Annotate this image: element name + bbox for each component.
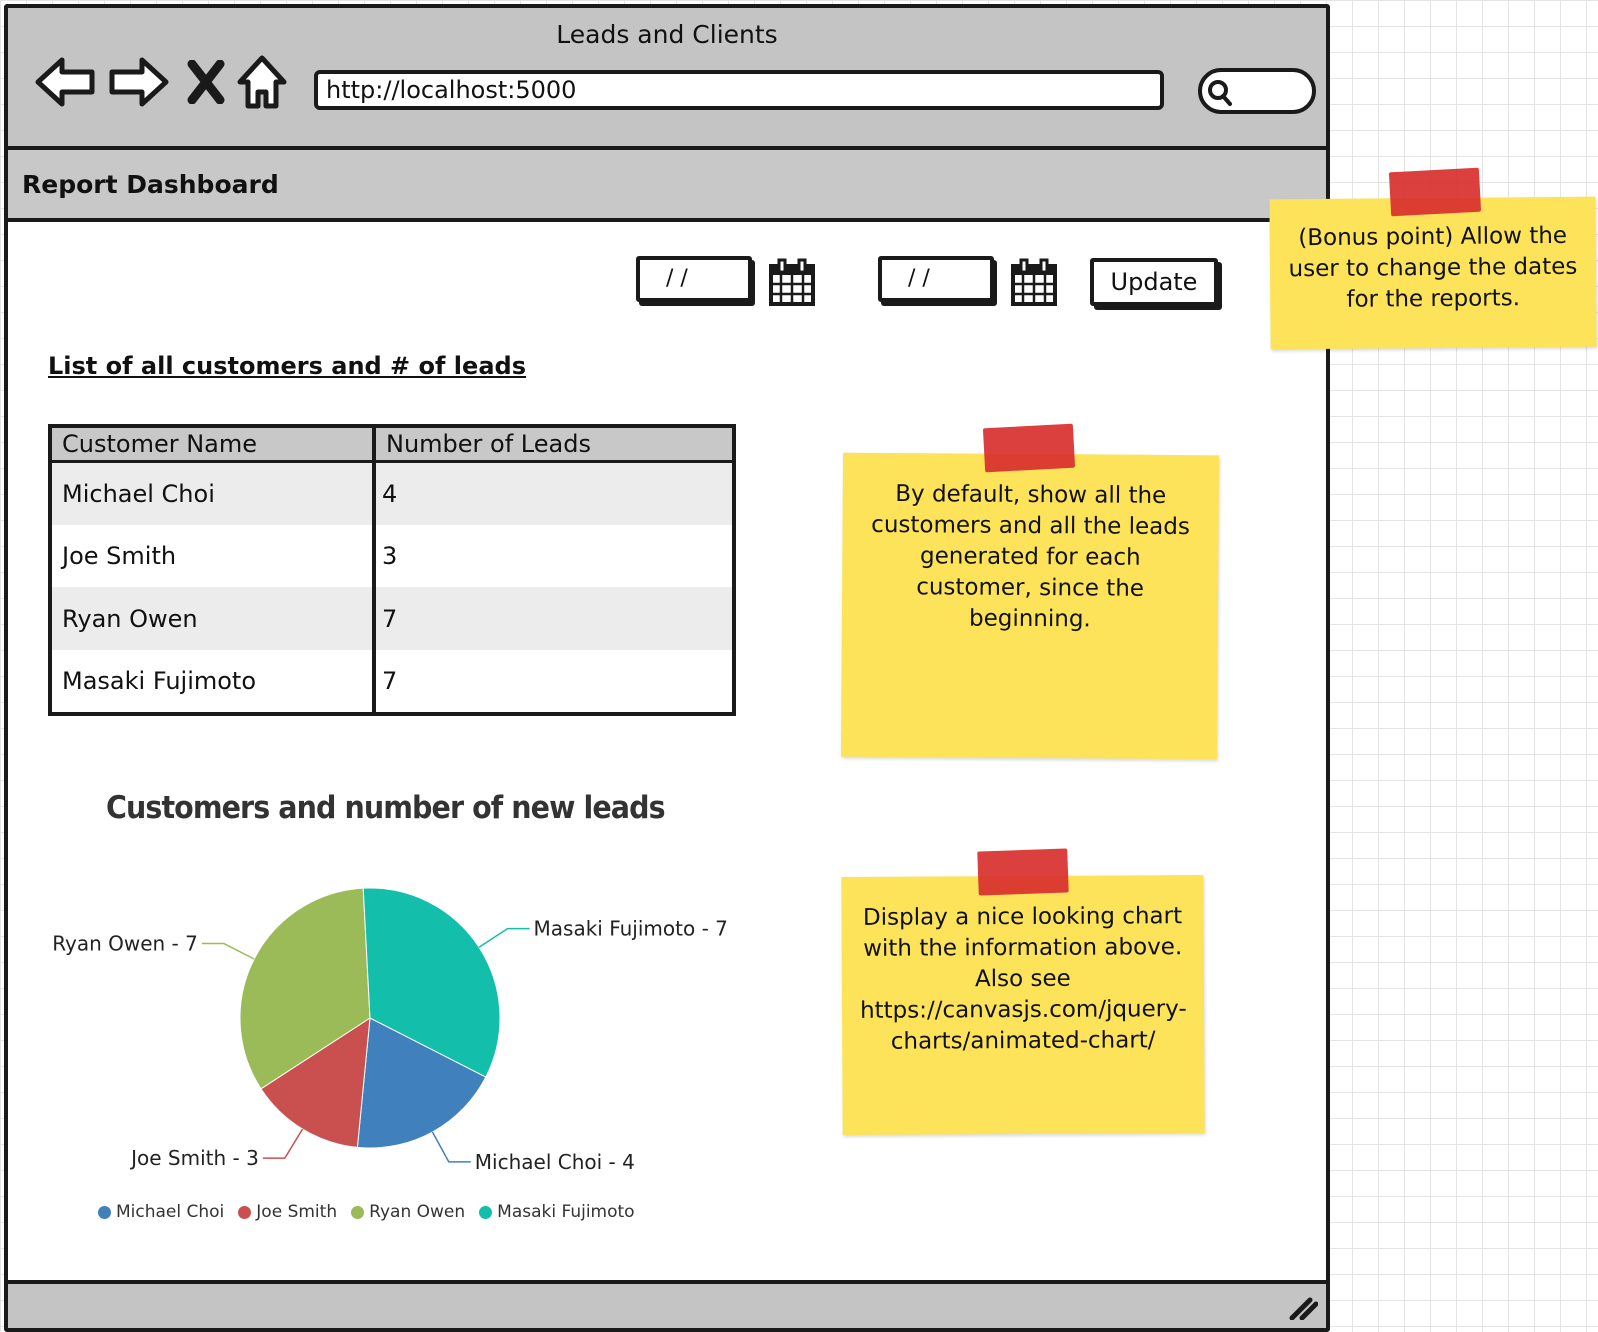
page-title: Report Dashboard [22, 170, 279, 199]
legend-swatch [238, 1205, 252, 1219]
legend-label: Michael Choi [116, 1202, 225, 1222]
legend-swatch [98, 1205, 111, 1219]
sticky-tape [977, 848, 1069, 896]
status-bar [8, 1280, 1326, 1328]
close-icon[interactable] [186, 60, 226, 104]
start-date-input[interactable]: / / [636, 256, 752, 302]
window-title: Leads and Clients [556, 20, 778, 49]
legend-item[interactable]: Ryan Owen [351, 1202, 465, 1222]
sticky-tape [982, 423, 1076, 473]
forward-arrow-icon[interactable] [106, 54, 170, 110]
legend-item[interactable]: Michael Choi [98, 1202, 224, 1222]
legend-swatch [351, 1205, 365, 1219]
column-header-customer-name[interactable]: Customer Name [50, 426, 376, 463]
end-date-input[interactable]: / / [878, 256, 994, 302]
sticky-tape [1388, 167, 1482, 217]
legend-item[interactable]: Joe Smith [238, 1202, 337, 1222]
search-icon [1208, 80, 1232, 106]
table-row[interactable]: Joe Smith 3 [50, 525, 734, 588]
sticky-note-default: By default, show all the customers and a… [840, 452, 1220, 760]
legend-item[interactable]: Masaki Fujimoto [479, 1202, 635, 1222]
customer-name-cell: Ryan Owen [50, 587, 376, 650]
customer-name-cell: Joe Smith [50, 525, 376, 588]
table-header-row: Customer Name Number of Leads [50, 426, 734, 463]
column-header-number-of-leads[interactable]: Number of Leads [374, 426, 734, 463]
lead-count-cell: 3 [382, 542, 398, 571]
home-icon[interactable] [236, 54, 288, 112]
address-bar[interactable]: http://localhost:5000 [314, 70, 1164, 110]
chart-legend: Michael Choi Joe Smith Ryan Owen Masaki … [98, 1202, 635, 1222]
customers-section-link[interactable]: List of all customers and # of leads [48, 352, 526, 380]
table-row[interactable]: Michael Choi 4 [50, 461, 734, 526]
customers-table: Customer Name Number of Leads Michael Ch… [48, 424, 736, 716]
update-button[interactable]: Update [1090, 258, 1218, 306]
legend-label: Ryan Owen [369, 1202, 466, 1222]
calendar-icon[interactable] [768, 258, 816, 306]
legend-label: Masaki Fujimoto [497, 1202, 635, 1222]
browser-search-field[interactable] [1198, 68, 1316, 114]
sticky-note-bonus: (Bonus point) Allow the user to change t… [1269, 196, 1597, 350]
lead-count-cell: 4 [374, 461, 734, 526]
lead-count-cell: 7 [374, 587, 734, 650]
table-row[interactable]: Masaki Fujimoto 7 [50, 649, 734, 714]
page-header: Report Dashboard [8, 150, 1326, 222]
back-arrow-icon[interactable] [34, 54, 98, 110]
legend-swatch [479, 1205, 493, 1219]
sticky-note-chart: Display a nice looking chart with the in… [841, 875, 1205, 1135]
legend-label: Joe Smith [256, 1202, 338, 1222]
customer-name-cell: Masaki Fujimoto [50, 649, 376, 714]
calendar-icon[interactable] [1010, 258, 1058, 306]
browser-titlebar: Leads and Clients http://localhost:5000 [8, 8, 1326, 150]
customer-name-cell: Michael Choi [50, 461, 376, 526]
resize-grip-icon[interactable] [1288, 1294, 1318, 1320]
lead-count-cell: 7 [382, 666, 398, 695]
table-row[interactable]: Ryan Owen 7 [50, 587, 734, 650]
chart-title: Customers and number of new leads [106, 790, 666, 826]
